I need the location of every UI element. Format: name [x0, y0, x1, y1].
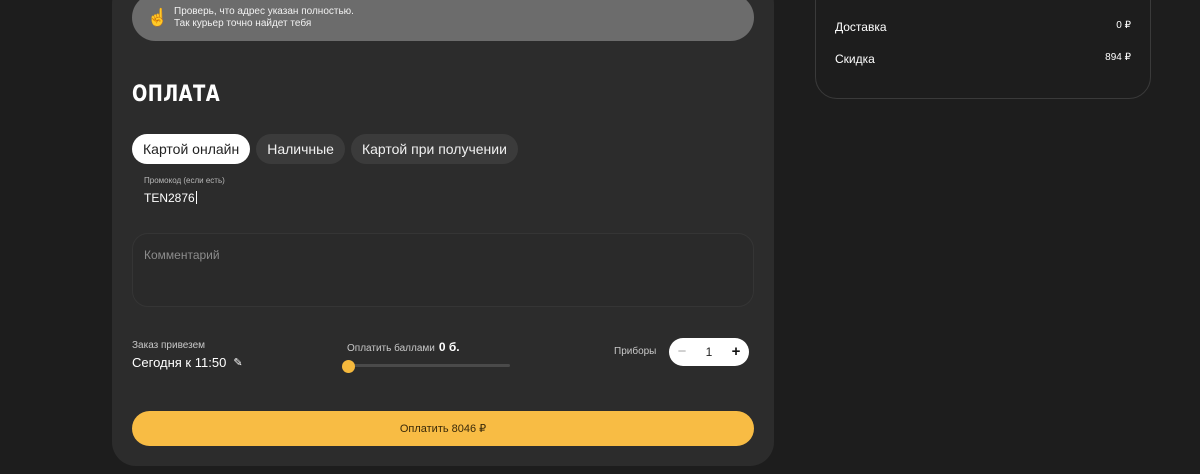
decrement-button[interactable]: −	[669, 338, 695, 366]
promo-code-value: TEN2876	[144, 191, 195, 205]
points-slider-track[interactable]	[347, 364, 510, 367]
cutlery-stepper: − 1 +	[669, 338, 749, 366]
payment-method-tabs: Картой онлайн Наличные Картой при получе…	[132, 134, 518, 164]
text-caret	[195, 191, 197, 204]
delivery-time-selector[interactable]: Сегодня к 11:50 ✎	[132, 355, 243, 370]
payment-title: ОПЛАТА	[132, 82, 221, 107]
pointing-finger-icon: ☝	[147, 7, 169, 27]
delivery-time-value: Сегодня к 11:50	[132, 355, 227, 370]
pencil-icon[interactable]: ✎	[233, 356, 242, 369]
order-summary-panel: Доставка 0 ₽ Скидка 894 ₽	[815, 0, 1151, 99]
summary-row-discount: Скидка 894 ₽	[835, 52, 1131, 66]
address-hint-text: Проверь, что адрес указан полностью. Так…	[174, 6, 354, 30]
comment-field[interactable]: Комментарий	[132, 233, 754, 307]
promo-code-label: Промокод (если есть)	[144, 176, 225, 185]
points-value: 0 б.	[438, 340, 460, 354]
points-label-row: Оплатить баллами 0 б.	[347, 340, 460, 354]
address-hint-line1: Проверь, что адрес указан полностью.	[174, 5, 354, 17]
address-hint-line2: Так курьер точно найдет тебя	[174, 17, 312, 29]
cutlery-label: Приборы	[614, 346, 657, 357]
promo-code-input[interactable]: TEN2876	[144, 191, 197, 205]
pay-button[interactable]: Оплатить 8046 ₽	[132, 411, 754, 446]
summary-row-delivery: Доставка 0 ₽	[835, 20, 1131, 34]
summary-label: Доставка	[835, 20, 887, 34]
increment-button[interactable]: +	[723, 338, 749, 366]
cutlery-count: 1	[705, 345, 713, 359]
delivery-time-label: Заказ привезем	[132, 340, 206, 351]
tab-card-online[interactable]: Картой онлайн	[132, 134, 251, 164]
points-label: Оплатить баллами	[347, 343, 435, 354]
points-slider-thumb[interactable]	[341, 360, 355, 373]
tab-card-on-delivery[interactable]: Картой при получении	[350, 134, 518, 164]
summary-value: 894 ₽	[1105, 52, 1131, 63]
summary-value: 0 ₽	[1116, 20, 1131, 31]
summary-label: Скидка	[835, 52, 875, 66]
comment-placeholder: Комментарий	[144, 248, 220, 262]
address-hint-banner: ☝ Проверь, что адрес указан полностью. Т…	[132, 0, 754, 41]
tab-cash[interactable]: Наличные	[256, 134, 345, 164]
